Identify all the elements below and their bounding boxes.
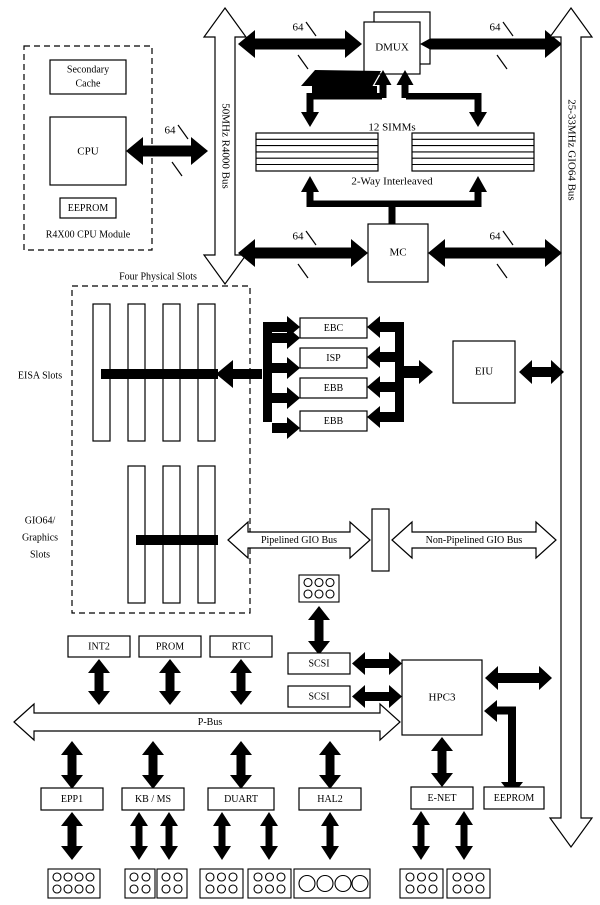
gio-slots-label-line2: Graphics — [22, 532, 58, 543]
system-block-diagram: Secondary Cache CPU EEPROM R4X00 CPU Mod… — [0, 0, 600, 905]
hpc3-group[interactable]: HPC3 — [401, 659, 483, 736]
duart-label: DUART — [224, 794, 258, 805]
gio64-bus-label: 25-33MHz GIO64 Bus — [565, 99, 577, 200]
dmux-label: DMUX — [375, 42, 409, 54]
prom-group[interactable]: PROM — [138, 635, 202, 658]
gio-slot-bar — [136, 535, 218, 545]
r4000-bus-label: 50MHz R4000 Bus — [219, 103, 231, 189]
gio-slat-2[interactable] — [162, 465, 181, 604]
eisa-chip-ebb-1[interactable]: EBB — [299, 377, 368, 399]
gio-connector[interactable] — [298, 574, 340, 603]
gio-slat-1[interactable] — [127, 465, 146, 604]
cpu-module-label: R4X00 CPU Module — [46, 229, 131, 240]
interleave-label: 2-Way Interleaved — [351, 176, 433, 188]
scsi-a-group[interactable]: SCSI — [287, 652, 351, 675]
eiu-label: EIU — [475, 366, 493, 378]
mc-group[interactable]: MC — [367, 223, 429, 283]
eisa-bus-bar — [101, 369, 218, 379]
cpu-eeprom-label: EEPROM — [68, 203, 109, 214]
mc-left-width-label: 64 — [293, 231, 305, 243]
kbms-label: KB / MS — [135, 794, 171, 805]
mc-simm-stem — [388, 200, 396, 225]
duart-connector-b[interactable] — [247, 868, 292, 899]
hal2-label: HAL2 — [317, 794, 343, 805]
kb-connector[interactable] — [124, 868, 156, 899]
gio-slots-label-line3: Slots — [30, 549, 50, 560]
mc-right-width-label: 64 — [490, 231, 502, 243]
enet-label: E-NET — [428, 793, 457, 804]
eisa-slots-label: EISA Slots — [18, 370, 62, 381]
enet-group[interactable]: E-NET — [410, 786, 474, 810]
ms-connector[interactable] — [156, 868, 188, 899]
hal2-group[interactable]: HAL2 — [298, 787, 362, 811]
pipelined-gio-bus-label: Pipelined GIO Bus — [261, 535, 337, 546]
isp-label: ISP — [326, 353, 341, 364]
eisa-chip-ebc[interactable]: EBC — [299, 317, 368, 339]
scsi-b-group[interactable]: SCSI — [287, 685, 351, 708]
hal2-connector[interactable] — [293, 868, 371, 899]
mc-label: MC — [389, 247, 406, 259]
epp1-group[interactable]: EPP1 — [40, 787, 104, 811]
secondary-cache-label-line2: Cache — [76, 78, 102, 89]
duart-group[interactable]: DUART — [207, 787, 275, 811]
enet-connector-a[interactable] — [399, 868, 444, 899]
int2-label: INT2 — [88, 641, 110, 652]
duart-connector-a[interactable] — [199, 868, 244, 899]
non-pipelined-gio-bus-label: Non-Pipelined GIO Bus — [426, 535, 523, 546]
hpc3-eeprom-label: EEPROM — [494, 793, 535, 804]
secondary-cache-label-line1: Secondary — [67, 64, 109, 75]
rtc-group[interactable]: RTC — [209, 635, 273, 658]
gio-slots-label-line1: GIO64/ — [25, 515, 56, 526]
gio-graphics-slots-group[interactable] — [127, 465, 218, 604]
hpc3-eeprom-group[interactable]: EEPROM — [483, 786, 545, 810]
ebb2-label: EBB — [324, 416, 344, 427]
scsi-b-label: SCSI — [308, 691, 329, 702]
cpu-label: CPU — [77, 146, 98, 158]
eiu-group[interactable]: EIU — [452, 340, 516, 404]
simm-bank-left[interactable] — [255, 132, 379, 172]
eisa-chip-ebb-2[interactable]: EBB — [299, 410, 368, 432]
simms-count-label: 12 SIMMs — [368, 122, 415, 134]
epp1-connector[interactable] — [47, 868, 101, 899]
cpu-bus-width-label: 64 — [165, 125, 177, 137]
p-bus-label: P-Bus — [198, 717, 223, 728]
dmux-group[interactable]: DMUX — [363, 11, 431, 75]
ebc-label: EBC — [324, 323, 344, 334]
kbms-group[interactable]: KB / MS — [121, 787, 185, 811]
gio-bridge-block[interactable] — [371, 508, 390, 572]
epp1-label: EPP1 — [61, 794, 83, 805]
r4000-dmux-width-label: 64 — [293, 22, 305, 34]
prom-label: PROM — [156, 641, 184, 652]
eisa-chip-isp[interactable]: ISP — [299, 347, 368, 369]
int2-group[interactable]: INT2 — [67, 635, 131, 658]
four-physical-slots-label: Four Physical Slots — [119, 271, 197, 282]
simm-bank-right[interactable] — [411, 132, 535, 172]
hpc3-label: HPC3 — [429, 692, 456, 704]
scsi-a-label: SCSI — [308, 658, 329, 669]
enet-connector-b[interactable] — [446, 868, 491, 899]
dmux-gio-width-label: 64 — [490, 22, 502, 34]
gio-slat-3[interactable] — [197, 465, 216, 604]
ebb1-label: EBB — [324, 383, 344, 394]
rtc-label: RTC — [232, 641, 251, 652]
